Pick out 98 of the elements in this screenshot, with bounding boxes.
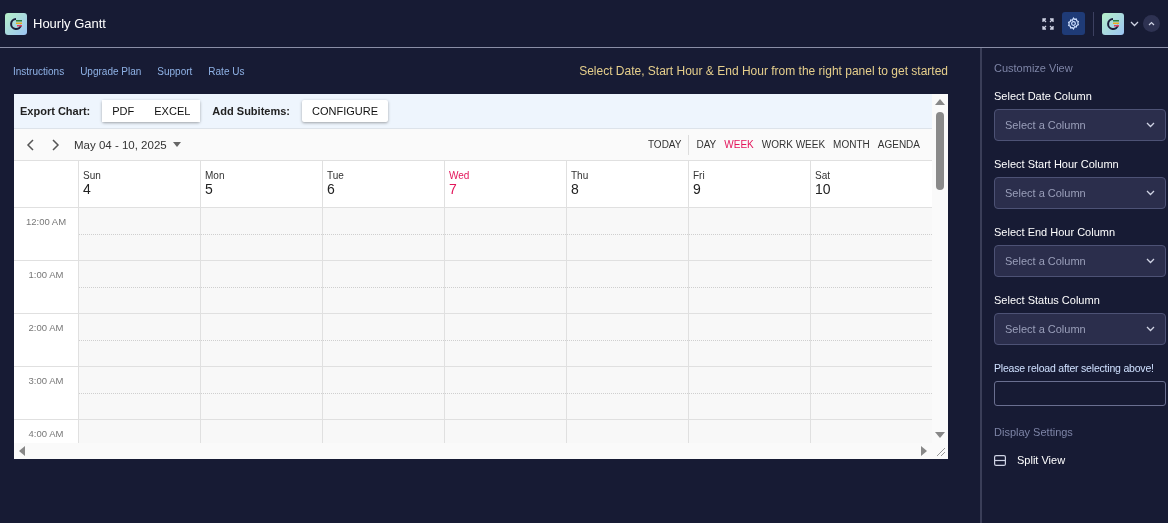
- time-slot[interactable]: [810, 208, 932, 261]
- day-date: 8: [571, 181, 580, 197]
- time-slot[interactable]: [200, 261, 322, 314]
- view-tab[interactable]: MONTH: [829, 135, 874, 154]
- day-date: 10: [815, 181, 832, 197]
- time-slot[interactable]: [78, 261, 200, 314]
- app-logo-icon: [5, 12, 27, 35]
- time-label: 4:00 AM: [28, 428, 64, 439]
- section-title: Display Settings: [994, 426, 1074, 438]
- fullscreen-icon[interactable]: [1042, 17, 1054, 30]
- view-tab[interactable]: DAY: [692, 135, 721, 154]
- view-tab[interactable]: AGENDA: [873, 135, 924, 154]
- time-slot[interactable]: [78, 208, 200, 261]
- gear-icon: [1067, 17, 1080, 30]
- subitems-label: Add Subitems:: [212, 105, 290, 117]
- time-label: 1:00 AM: [28, 269, 64, 280]
- day-date: 7: [449, 181, 458, 197]
- day-date: 6: [327, 181, 336, 197]
- day-name: Sat: [815, 170, 831, 181]
- day-name: Sun: [83, 170, 102, 181]
- split-view-label[interactable]: Split View: [1017, 454, 1066, 466]
- view-tab[interactable]: WEEK: [720, 135, 758, 154]
- time-slot[interactable]: [444, 208, 566, 261]
- field-label: Select Start Hour Column: [994, 158, 1120, 170]
- field-label: Select Date Column: [994, 90, 1093, 102]
- time-label: 2:00 AM: [28, 322, 64, 333]
- reload-note: Please reload after selecting above!: [994, 362, 1155, 374]
- configure-button[interactable]: CONFIGURE: [302, 100, 388, 122]
- resize-grip-icon[interactable]: [936, 447, 946, 457]
- scroll-up-icon[interactable]: [935, 98, 945, 106]
- chevron-down-icon: [1146, 258, 1155, 264]
- time-slot[interactable]: [688, 208, 810, 261]
- chevron-up-icon: [1148, 21, 1155, 26]
- scroll-down-icon[interactable]: [935, 431, 945, 439]
- day-name: Mon: [205, 170, 226, 181]
- collapse-button[interactable]: [1143, 15, 1160, 32]
- day-name: Thu: [571, 170, 590, 181]
- column-select[interactable]: Select a Column: [994, 313, 1166, 345]
- account-logo-icon[interactable]: [1102, 12, 1124, 35]
- instruction-text: Select Date, Start Hour & End Hour from the right panel to get started: [579, 64, 948, 78]
- time-slot[interactable]: [566, 367, 688, 420]
- time-slot[interactable]: [322, 208, 444, 261]
- time-label: 12:00 AM: [25, 216, 67, 227]
- time-slot[interactable]: [322, 367, 444, 420]
- app-title: Hourly Gantt: [33, 16, 106, 31]
- column-select[interactable]: Select a Column: [994, 177, 1166, 209]
- date-range-picker[interactable]: May 04 - 10, 2025: [74, 138, 181, 151]
- nav-link[interactable]: Upgrade Plan: [80, 65, 142, 77]
- export-button[interactable]: PDF: [102, 100, 145, 122]
- time-slot[interactable]: [444, 261, 566, 314]
- field-label: Select End Hour Column: [994, 226, 1117, 238]
- section-title: Customize View: [994, 62, 1074, 74]
- split-view-icon[interactable]: [994, 454, 1006, 466]
- time-slot[interactable]: [688, 261, 810, 314]
- day-name: Fri: [693, 170, 706, 181]
- time-slot[interactable]: [566, 261, 688, 314]
- time-slot[interactable]: [810, 314, 932, 367]
- text-field[interactable]: [994, 381, 1166, 406]
- day-name: Wed: [449, 170, 471, 181]
- scroll-left-icon[interactable]: [18, 446, 26, 456]
- today-button[interactable]: TODAY: [643, 135, 686, 154]
- caret-icon: [172, 142, 181, 147]
- view-tab[interactable]: WORK WEEK: [757, 135, 830, 154]
- chevron-down-icon: [1146, 326, 1155, 332]
- settings-button[interactable]: [1062, 12, 1085, 35]
- time-slot[interactable]: [566, 208, 688, 261]
- nav-link[interactable]: Support: [157, 65, 193, 77]
- day-date: 5: [205, 181, 214, 197]
- time-label: 3:00 AM: [28, 375, 64, 386]
- time-slot[interactable]: [688, 314, 810, 367]
- time-slot[interactable]: [200, 314, 322, 367]
- nav-link[interactable]: Rate Us: [208, 65, 245, 77]
- time-slot[interactable]: [200, 367, 322, 420]
- time-slot[interactable]: [688, 367, 810, 420]
- time-slot[interactable]: [810, 367, 932, 420]
- time-slot[interactable]: [78, 314, 200, 367]
- chevron-down-icon[interactable]: [1130, 20, 1139, 27]
- time-slot[interactable]: [566, 314, 688, 367]
- day-date: 9: [693, 181, 702, 197]
- export-button[interactable]: EXCEL: [144, 100, 201, 122]
- column-select[interactable]: Select a Column: [994, 109, 1166, 141]
- time-slot[interactable]: [322, 261, 444, 314]
- nav-link[interactable]: Instructions: [13, 65, 65, 77]
- time-slot[interactable]: [444, 367, 566, 420]
- field-label: Select Status Column: [994, 294, 1101, 306]
- scroll-right-icon[interactable]: [920, 446, 928, 456]
- day-name: Tue: [327, 170, 345, 181]
- time-slot[interactable]: [444, 314, 566, 367]
- time-slot[interactable]: [200, 208, 322, 261]
- time-slot[interactable]: [78, 367, 200, 420]
- chevron-down-icon: [1146, 122, 1155, 128]
- time-slot[interactable]: [810, 261, 932, 314]
- time-slot[interactable]: [322, 314, 444, 367]
- chevron-down-icon: [1146, 190, 1155, 196]
- scrollbar-thumb[interactable]: [936, 112, 944, 190]
- export-label: Export Chart:: [20, 105, 91, 117]
- column-select[interactable]: Select a Column: [994, 245, 1166, 277]
- day-date: 4: [83, 181, 92, 197]
